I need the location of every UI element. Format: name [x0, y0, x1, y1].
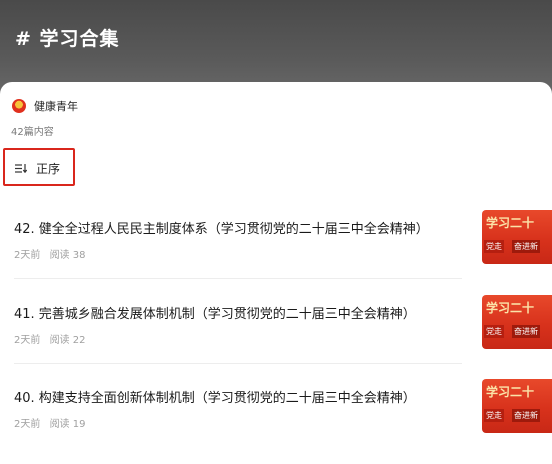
list-item[interactable]: 40. 构建支持全面创新体制机制（学习贯彻党的二十届三中全会精神） 2天前 阅读…: [0, 379, 552, 464]
thumb-caption-left: 党走: [484, 409, 504, 422]
divider: [14, 278, 462, 279]
list-item[interactable]: 41. 完善城乡融合发展体制机制（学习贯彻党的二十届三中全会精神） 2天前 阅读…: [0, 295, 552, 380]
thumb-caption-left: 党走: [484, 240, 504, 253]
account-logo-icon: [12, 99, 26, 113]
page-title: # 学习合集: [15, 28, 120, 50]
item-thumbnail[interactable]: 学习二十 党走 奋进新: [482, 295, 552, 349]
thumb-title: 学习二十: [486, 301, 535, 315]
thumb-caption-right: 奋进新: [512, 409, 540, 422]
sort-lines-icon: [15, 164, 27, 173]
item-title[interactable]: 42. 健全全过程人民民主制度体系（学习贯彻党的二十届三中全会精神）: [14, 218, 469, 237]
item-meta: 2天前 阅读 22: [14, 331, 85, 346]
content-card: 健康青年 42篇内容 正序 42. 健全全过程人民民主制度体系（学习贯彻党的二十…: [0, 82, 552, 462]
item-title[interactable]: 40. 构建支持全面创新体制机制（学习贯彻党的二十届三中全会精神）: [14, 387, 469, 406]
item-thumbnail[interactable]: 学习二十 党走 奋进新: [482, 379, 552, 433]
item-reads: 阅读 38: [49, 250, 86, 261]
item-meta: 2天前 阅读 19: [14, 415, 85, 430]
account-row[interactable]: 健康青年: [12, 97, 78, 115]
thumb-title: 学习二十: [486, 216, 535, 230]
thumb-caption-right: 奋进新: [512, 325, 540, 338]
item-meta: 2天前 阅读 38: [14, 246, 85, 261]
item-reads: 阅读 22: [49, 335, 86, 346]
item-time: 2天前: [14, 335, 41, 346]
article-count: 42篇内容: [11, 127, 54, 138]
thumb-caption-left: 党走: [484, 325, 504, 338]
divider: [14, 363, 462, 364]
thumb-title: 学习二十: [486, 385, 535, 399]
sort-button[interactable]: 正序: [3, 148, 75, 186]
account-name[interactable]: 健康青年: [34, 98, 78, 114]
sort-label: 正序: [36, 162, 61, 176]
list-item[interactable]: 42. 健全全过程人民民主制度体系（学习贯彻党的二十届三中全会精神） 2天前 阅…: [0, 210, 552, 295]
item-time: 2天前: [14, 250, 41, 261]
item-title[interactable]: 41. 完善城乡融合发展体制机制（学习贯彻党的二十届三中全会精神）: [14, 303, 469, 322]
item-thumbnail[interactable]: 学习二十 党走 奋进新: [482, 210, 552, 264]
item-time: 2天前: [14, 419, 41, 430]
item-reads: 阅读 19: [49, 419, 86, 430]
thumb-caption-right: 奋进新: [512, 240, 540, 253]
